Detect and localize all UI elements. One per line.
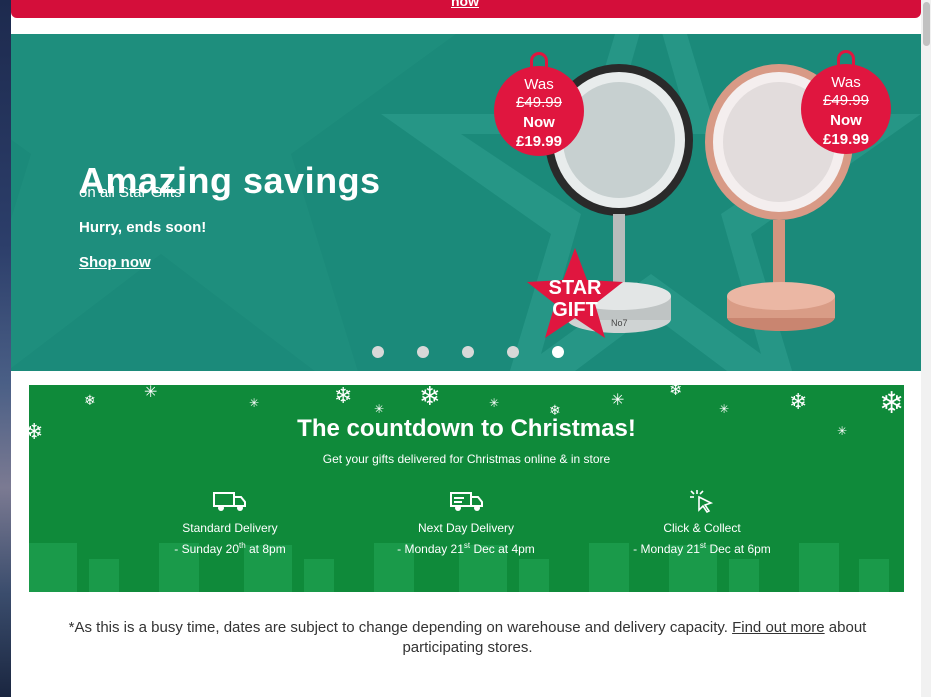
svg-text:❄: ❄	[334, 385, 352, 409]
delivery-date: - Monday 21st Dec at 4pm	[397, 541, 535, 556]
hero-hurry-text: Hurry, ends soon!	[79, 219, 207, 236]
tag-now-label: Now	[523, 114, 555, 131]
carousel-dot[interactable]	[507, 346, 519, 358]
standard-delivery-info: Standard Delivery - Sunday 20th at 8pm	[120, 489, 340, 558]
svg-text:❄: ❄	[84, 393, 96, 409]
tag-now-label: Now	[830, 112, 862, 129]
svg-text:❄: ❄	[789, 390, 807, 415]
click-icon	[690, 490, 714, 513]
delivery-date: - Sunday 20th at 8pm	[174, 541, 286, 556]
carousel-dots	[372, 346, 564, 358]
tag-was-label: Was	[524, 76, 554, 93]
svg-text:✳: ✳	[374, 402, 384, 416]
star-gift-badge-icon: STAR GIFT	[527, 248, 623, 338]
svg-text:✳: ✳	[144, 385, 157, 401]
tag-old-price: £49.99	[516, 94, 562, 111]
carousel-dot[interactable]	[372, 346, 384, 358]
background-strip	[0, 0, 11, 697]
tag-old-price: £49.99	[823, 92, 869, 109]
christmas-countdown-banner: ❄ ✳ ❄ ❄ ❄ ✳ ❄ ❄ ✳ ❄ ❄ ✳ ✳ ✳ ✳ The countdown to Chr…	[29, 385, 904, 592]
carousel-dot[interactable]	[552, 346, 564, 358]
price-tag: Was £49.99 Now £19.99	[494, 52, 584, 156]
hero-carousel: No7 Amazing savings on all Star Gifts Hu…	[11, 34, 921, 371]
countdown-title: The countdown to Christmas!	[297, 415, 636, 442]
truck-icon	[213, 492, 246, 511]
svg-text:❄: ❄	[669, 385, 682, 399]
delivery-disclaimer: *As this is a busy time, dates are subje…	[68, 619, 867, 656]
promo-top-banner: now	[11, 0, 921, 18]
fast-truck-icon	[450, 492, 483, 511]
scrollbar[interactable]	[921, 0, 931, 697]
carousel-dot[interactable]	[417, 346, 429, 358]
svg-text:✳: ✳	[249, 396, 259, 410]
hero-subtitle: on all Star Gifts	[79, 184, 182, 201]
find-out-more-link[interactable]: Find out more	[732, 619, 825, 636]
countdown-subtitle: Get your gifts delivered for Christmas o…	[322, 452, 611, 466]
star-background: No7	[11, 34, 921, 371]
tag-new-price: £19.99	[823, 131, 869, 148]
next-day-delivery-info: Next Day Delivery - Monday 21st Dec at 4…	[356, 489, 576, 558]
badge-line1: STAR	[549, 277, 603, 299]
badge-line2: GIFT	[552, 299, 598, 321]
svg-text:✳: ✳	[489, 396, 499, 410]
delivery-name: Click & Collect	[663, 521, 741, 535]
delivery-date: - Monday 21st Dec at 6pm	[633, 541, 771, 556]
top-banner-link[interactable]: now	[451, 0, 479, 9]
delivery-name: Next Day Delivery	[417, 521, 515, 535]
click-collect-info: Click & Collect - Monday 21st Dec at 6pm	[592, 489, 812, 558]
price-tag: Was £49.99 Now £19.99	[801, 50, 891, 154]
shop-now-link[interactable]: Shop now	[79, 254, 151, 271]
scrollbar-thumb[interactable]	[923, 2, 930, 46]
tag-was-label: Was	[831, 74, 861, 91]
svg-text:✳: ✳	[719, 402, 729, 416]
tag-new-price: £19.99	[516, 133, 562, 150]
delivery-name: Standard Delivery	[182, 521, 278, 535]
svg-text:✳: ✳	[611, 390, 624, 409]
svg-text:❄: ❄	[419, 385, 441, 412]
carousel-dot[interactable]	[462, 346, 474, 358]
